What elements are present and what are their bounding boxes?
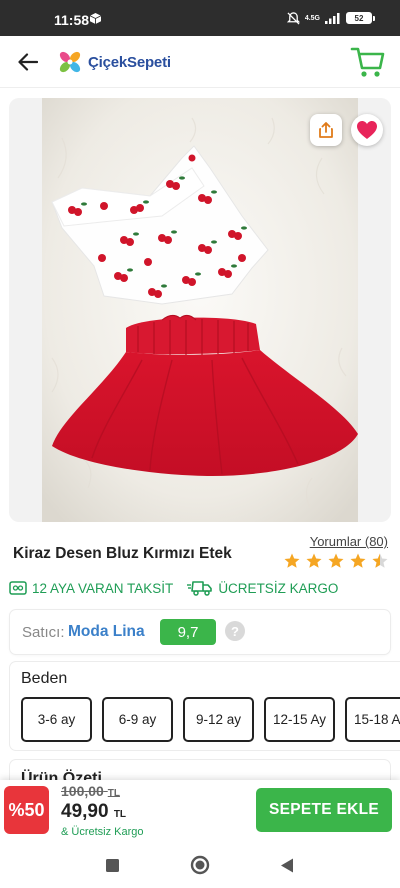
favorite-button[interactable] (351, 114, 383, 146)
square-icon (105, 858, 119, 872)
purchase-bar: %50 100,00 TL 49,90 TL & Ücretsiz Kargo … (0, 780, 400, 842)
heart-icon (357, 121, 377, 139)
promo-row: 12 AYA VARAN TAKSİT ÜCRETSİZ KARGO (9, 580, 338, 596)
back-arrow-icon (18, 53, 38, 71)
product-image-card[interactable] (9, 98, 391, 522)
size-selector: Beden 3-6 ay 6-9 ay 9-12 ay 12-15 Ay 15-… (10, 662, 400, 750)
brand-logo[interactable]: ÇiçekSepeti (56, 48, 171, 76)
circle-icon (190, 855, 210, 875)
half-star-icon (372, 553, 388, 568)
seller-card: Satıcı: Moda Lina 9,7 ? (10, 610, 390, 654)
installment-info[interactable]: 12 AYA VARAN TAKSİT (9, 581, 173, 596)
product-photo[interactable] (42, 98, 358, 522)
back-button[interactable] (14, 48, 42, 76)
seller-label: Satıcı: (22, 624, 65, 641)
app-header: ÇiçekSepeti (0, 36, 400, 88)
cart-button[interactable] (350, 44, 386, 80)
system-nav-bar (0, 842, 400, 888)
installment-icon (9, 581, 27, 595)
brand-logo-text: ÇiçekSepeti (88, 53, 171, 71)
rating-stars[interactable] (283, 552, 389, 570)
flower-logo-icon (59, 51, 81, 73)
app-notification-icon (90, 13, 101, 24)
share-button[interactable] (310, 114, 342, 146)
size-option[interactable]: 12-15 Ay (264, 697, 335, 742)
discount-badge: %50 (4, 786, 49, 834)
star-icon (350, 553, 366, 568)
free-shipping-note: & Ücretsiz Kargo (61, 826, 144, 838)
share-icon (319, 122, 333, 138)
size-option[interactable]: 6-9 ay (102, 697, 173, 742)
back-nav-button[interactable] (276, 854, 298, 876)
network-type: 4.5G (304, 14, 320, 22)
current-price: 49,90 TL (61, 801, 127, 822)
star-icon (328, 553, 344, 568)
star-icon (306, 553, 322, 568)
old-price: 100,00 TL (61, 783, 120, 799)
seller-score-badge: 9,7 (160, 619, 216, 645)
add-to-cart-button[interactable]: SEPETE EKLE (256, 788, 392, 832)
seller-score-help-icon[interactable]: ? (225, 621, 245, 641)
cart-icon (350, 47, 385, 77)
size-options: 3-6 ay 6-9 ay 9-12 ay 12-15 Ay 15-18 Ay (21, 697, 400, 742)
signal-icon (325, 13, 340, 24)
mute-alarm-icon (286, 11, 300, 25)
home-button[interactable] (189, 854, 211, 876)
status-time: 11:58 (54, 12, 90, 28)
size-option[interactable]: 15-18 Ay (345, 697, 400, 742)
installment-label: 12 AYA VARAN TAKSİT (32, 580, 174, 596)
seller-name-link[interactable]: Moda Lina (68, 623, 145, 641)
status-bar: 11:58 4.5G 52 (0, 0, 400, 36)
size-title: Beden (21, 670, 68, 687)
free-shipping-info[interactable]: ÜCRETSİZ KARGO (187, 580, 338, 596)
size-option[interactable]: 3-6 ay (21, 697, 92, 742)
truck-icon (187, 581, 213, 596)
product-photo-illustration (42, 98, 358, 522)
battery-icon: 52 (346, 12, 375, 24)
reviews-link[interactable]: Yorumlar (80) (310, 534, 388, 549)
product-title: Kiraz Desen Bluz Kırmızı Etek (13, 545, 232, 562)
triangle-back-icon (281, 858, 293, 872)
recent-apps-button[interactable] (101, 854, 123, 876)
star-icon (284, 553, 300, 568)
free-shipping-label: ÜCRETSİZ KARGO (218, 580, 339, 596)
size-option[interactable]: 9-12 ay (183, 697, 254, 742)
